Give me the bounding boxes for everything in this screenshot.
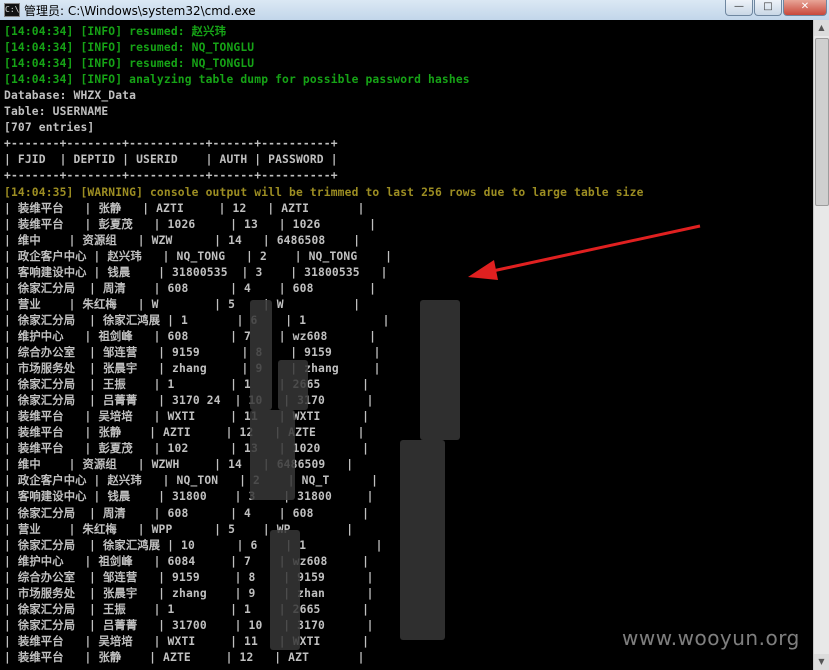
watermark: www.wooyun.org <box>622 626 800 650</box>
console-line: | 徐家汇分局 | 周清 | 608 | 4 | 608 | <box>4 281 377 295</box>
console-line: | 市场服务处 | 张晨宇 | zhang | 9 | zhang | <box>4 362 381 376</box>
console-line: [14:04:34] [INFO] resumed: 赵兴玮 <box>4 25 227 38</box>
console-line: [14:04:34] [INFO] analyzing table dump f… <box>4 73 470 87</box>
console-line: | 徐家汇分局 | 王振 | 1 | 1 | 2665 | <box>4 602 370 616</box>
console-line: | 徐家汇分局 | 吕菁菁 | 3170 24 | 10 | 3170 | <box>4 394 374 408</box>
console-line: | 客响建设中心 | 钱晨 | 31800 | 3 | 31800 | <box>4 490 374 504</box>
console-line: | 徐家汇分局 | 周清 | 608 | 4 | 608 | <box>4 506 370 520</box>
console-line: | 装维平台 | 彭夏茂 | 102 | 13 | 1020 | <box>4 442 370 456</box>
console-line: [14:04:34] [INFO] resumed: NQ_TONGLU <box>4 41 255 55</box>
console-line: | 徐家汇分局 | 王振 | 1 | 1 | 2665 | <box>4 378 370 392</box>
console-line: | 市场服务处 | 张晨宇 | zhang | 9 | zhan | <box>4 586 374 600</box>
redaction-blur <box>400 440 445 640</box>
console-line: | 徐家汇分局 | 徐家汇鸿展 | 1 | 6 | 1 | <box>4 313 390 327</box>
scrollbar-thumb[interactable] <box>815 38 829 206</box>
console-line: +-------+--------+-----------+------+---… <box>4 169 338 183</box>
console-line: [14:04:35] [WARNING] console output will… <box>4 185 644 199</box>
console-line: | 营业 | 朱红梅 | WPP | 5 | WP | <box>4 522 354 536</box>
console-line: | 徐家汇分局 | 徐家汇鸿展 | 10 | 6 | 1 | <box>4 538 383 552</box>
scroll-up-icon[interactable]: ▲ <box>814 20 829 36</box>
title-bar[interactable]: C:\ 管理员: C:\Windows\system32\cmd.exe — □… <box>0 0 829 21</box>
console-line: +-------+--------+-----------+------+---… <box>4 137 338 151</box>
close-button[interactable]: ✕ <box>783 0 827 16</box>
window-title: 管理员: C:\Windows\system32\cmd.exe <box>24 4 256 18</box>
console-line: | 装维平台 | 吴培培 | WXTI | 11 | WXTI | <box>4 410 370 424</box>
console-line: | 综合办公室 | 邹连营 | 9159 | 8 | 9159 | <box>4 570 374 584</box>
console-line: | 综合办公室 | 邹连营 | 9159 | 8 | 9159 | <box>4 346 381 359</box>
redaction-blur <box>270 530 300 650</box>
redaction-blur <box>420 300 460 440</box>
console-line: | 政企客户中心 | 赵兴玮 | NQ_TONG | 2 | NQ_TONG | <box>4 249 393 263</box>
redaction-blur <box>250 410 295 500</box>
minimize-button[interactable]: — <box>725 0 753 16</box>
console-line: | 维中 | 资源组 | WZW | 14 | 6486508 | <box>4 233 361 247</box>
vertical-scrollbar[interactable]: ▲ ▼ <box>813 20 829 670</box>
redaction-blur <box>278 360 308 410</box>
console-line: | 装维平台 | 彭夏茂 | 1026 | 13 | 1026 | <box>4 217 377 231</box>
console-line: | FJID | DEPTID | USERID | AUTH | PASSWO… <box>4 153 338 167</box>
redaction-blur <box>250 300 272 410</box>
console-line: | 客响建设中心 | 钱晨 | 31800535 | 3 | 31800535 … <box>4 265 388 279</box>
cmd-icon: C:\ <box>4 3 20 17</box>
scroll-down-icon[interactable]: ▼ <box>814 654 829 670</box>
console-line: Table: USERNAME <box>4 105 109 119</box>
console-line: [707 entries] <box>4 121 95 135</box>
red-arrow-annotation <box>468 224 701 280</box>
console-line: | 维护中心 | 祖剑峰 | 6084 | 7 | wz608 | <box>4 554 370 568</box>
console-line: | 徐家汇分局 | 吕菁菁 | 31700 | 10 | 3170 | <box>4 618 374 632</box>
console-line: | 维中 | 资源组 | WZWH | 14 | 6486509 | <box>4 458 354 472</box>
maximize-button[interactable]: □ <box>754 0 782 16</box>
console-line: | 装维平台 | 张静 | AZTI | 12 | AZTI | <box>4 201 365 215</box>
window-controls: — □ ✕ <box>724 0 827 16</box>
console-line: | 装维平台 | 张静 | AZTE | 12 | AZT | <box>4 650 365 664</box>
console-line: [14:04:34] [INFO] resumed: NQ_TONGLU <box>4 57 255 71</box>
console-line: Database: WHZX_Data <box>4 89 137 103</box>
console-line: | 政企客户中心 | 赵兴玮 | NQ_TON | 2 | NQ_T | <box>4 474 379 488</box>
console-line: | 装维平台 | 张静 | AZTI | 12 | AZTE | <box>4 426 365 440</box>
console-line: | 装维平台 | 吴培培 | WXTI | 11 | WXTI | <box>4 634 370 648</box>
console-line: | 维护中心 | 祖剑峰 | 608 | 7 | wz608 | <box>4 329 377 343</box>
console-line: | 营业 | 朱红梅 | W | 5 | W | <box>4 297 361 311</box>
